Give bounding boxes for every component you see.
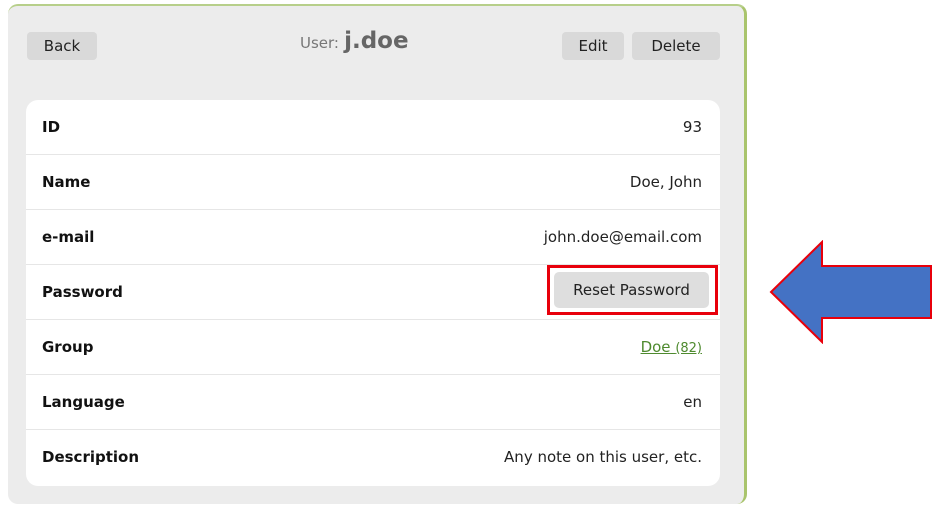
detail-row-id: ID 93 [26, 100, 720, 155]
group-link-count: (82) [675, 341, 702, 356]
email-label: e-mail [42, 228, 95, 246]
reset-password-highlight: Reset Password [547, 265, 718, 315]
password-label: Password [42, 283, 123, 301]
edit-button[interactable]: Edit [562, 32, 624, 60]
group-label: Group [42, 338, 94, 356]
language-value: en [683, 393, 702, 411]
title-prefix: User: [300, 34, 339, 52]
id-value: 93 [682, 118, 702, 136]
delete-button[interactable]: Delete [632, 32, 720, 60]
page-title: User: j.doe [300, 28, 450, 54]
reset-password-button[interactable]: Reset Password [554, 272, 709, 308]
language-label: Language [42, 393, 125, 411]
username-title: j.doe [344, 28, 409, 54]
email-value: john.doe@email.com [543, 228, 702, 246]
detail-row-language: Language en [26, 375, 720, 430]
description-label: Description [42, 448, 140, 466]
group-link[interactable]: Doe (82) [641, 338, 702, 356]
id-label: ID [42, 118, 61, 136]
name-value: Doe, John [629, 173, 702, 191]
description-value: Any note on this user, etc. [504, 448, 702, 466]
left-arrow-icon [769, 240, 932, 344]
group-link-text: Doe [640, 338, 671, 356]
name-label: Name [42, 173, 91, 191]
back-button[interactable]: Back [27, 32, 97, 60]
detail-row-group: Group Doe (82) [26, 320, 720, 375]
detail-row-password: Password Reset Password [26, 265, 720, 320]
details-card: ID 93 Name Doe, John e-mail john.doe@ema… [26, 100, 720, 486]
detail-row-name: Name Doe, John [26, 155, 720, 210]
detail-row-email: e-mail john.doe@email.com [26, 210, 720, 265]
group-value: Doe (82) [641, 320, 702, 376]
detail-row-description: Description Any note on this user, etc. [26, 430, 720, 485]
